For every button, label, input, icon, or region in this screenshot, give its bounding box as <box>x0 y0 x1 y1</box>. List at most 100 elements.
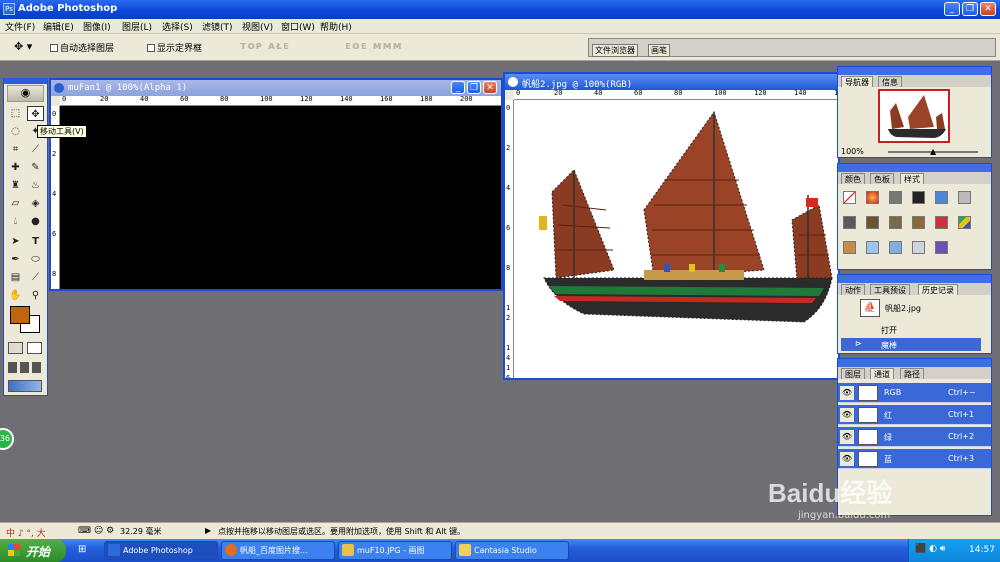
tab-history[interactable]: 历史记录 <box>918 284 958 295</box>
menu-help[interactable]: 帮助(H) <box>320 20 352 33</box>
menu-image[interactable]: 图像(I) <box>83 20 111 33</box>
menu-edit[interactable]: 编辑(E) <box>43 20 74 33</box>
move-tool-preset-icon[interactable]: ✥ ▾ <box>14 40 32 53</box>
style-swatch[interactable] <box>935 191 948 204</box>
tab-layers[interactable]: 图层 <box>841 368 865 379</box>
clone-stamp-tool-icon[interactable]: ♜ <box>7 178 24 193</box>
alpha-channel-canvas[interactable] <box>60 106 501 289</box>
tab-styles[interactable]: 样式 <box>900 173 924 184</box>
menu-window[interactable]: 窗口(W) <box>281 20 315 33</box>
style-swatch[interactable] <box>912 216 925 229</box>
style-swatch[interactable] <box>958 191 971 204</box>
style-swatch[interactable] <box>912 241 925 254</box>
brush-tool-icon[interactable]: ✎ <box>27 160 44 175</box>
dodge-tool-icon[interactable]: ● <box>27 214 44 229</box>
quick-mask-mode-icon[interactable] <box>27 342 42 354</box>
eye-icon[interactable]: 👁︎ <box>840 430 854 444</box>
style-swatch[interactable] <box>889 241 902 254</box>
doc-maximize-button[interactable]: ❐ <box>467 81 481 94</box>
history-item-selected[interactable]: ⊳ 魔棒 <box>841 338 981 351</box>
palette-title-bar[interactable] <box>838 164 991 172</box>
lasso-tool-icon[interactable]: ◌ <box>7 124 24 139</box>
style-swatch[interactable] <box>935 216 948 229</box>
channel-row-green[interactable]: 👁︎ 绿 Ctrl+2 <box>838 427 991 447</box>
channel-row-rgb[interactable]: 👁︎ RGB Ctrl+~ <box>838 383 991 403</box>
show-bounds-checkbox[interactable]: 显示定界框 <box>147 41 202 54</box>
tab-color[interactable]: 颜色 <box>841 173 865 184</box>
marquee-tool-icon[interactable]: ⬚ <box>7 106 24 121</box>
task-photoshop[interactable]: Adobe Photoshop <box>104 541 218 560</box>
minimize-button[interactable]: _ <box>944 2 960 16</box>
history-item[interactable]: 打开 <box>841 323 981 336</box>
move-tool-icon[interactable]: ✥ <box>27 106 44 121</box>
style-swatch[interactable] <box>958 216 971 229</box>
palette-title-bar[interactable] <box>838 359 991 367</box>
tab-channels[interactable]: 通道 <box>870 368 894 379</box>
image-canvas[interactable] <box>514 100 838 378</box>
document-title-bar[interactable]: muFan1 @ 100%(Alpha 1) _ ❐ ✕ <box>51 80 501 96</box>
screen-mode-icon[interactable] <box>8 362 42 373</box>
style-swatch[interactable] <box>912 191 925 204</box>
maximize-button[interactable]: ❐ <box>962 2 978 16</box>
palette-title-bar[interactable] <box>838 67 991 75</box>
zoom-tool-icon[interactable]: ⚲ <box>27 288 44 303</box>
path-selection-tool-icon[interactable]: ➤ <box>7 234 24 249</box>
history-snapshot[interactable]: ⛵ 帆船2.jpg <box>841 297 989 321</box>
start-button[interactable]: 开始 <box>0 539 66 562</box>
style-swatch[interactable] <box>889 191 902 204</box>
healing-brush-tool-icon[interactable]: ✚ <box>7 160 24 175</box>
quick-launch-icons[interactable]: ⊞ <box>78 544 86 555</box>
task-folder[interactable]: Cantasia Studio <box>455 541 569 560</box>
channel-row-blue[interactable]: 👁︎ 蓝 Ctrl+3 <box>838 449 991 469</box>
notification-badge[interactable]: 36 <box>0 428 14 450</box>
navigator-zoom[interactable]: 100% <box>841 147 864 156</box>
style-swatch[interactable] <box>866 216 879 229</box>
channel-row-red[interactable]: 👁︎ 红 Ctrl+1 <box>838 405 991 425</box>
blur-tool-icon[interactable]: 💧︎ <box>7 214 24 229</box>
style-swatch[interactable] <box>866 241 879 254</box>
crop-tool-icon[interactable]: ⌗ <box>7 142 24 157</box>
tab-navigator[interactable]: 导航器 <box>841 76 873 87</box>
eyedropper-tool-icon[interactable]: ⟋ <box>27 270 44 285</box>
close-button[interactable]: ✕ <box>980 2 996 16</box>
style-swatch[interactable] <box>843 241 856 254</box>
align-buttons-icon[interactable]: ᴛᴏᴘ ᴀᴌᴇ <box>240 39 290 52</box>
task-browser[interactable]: 帆船_百度图片搜... <box>221 541 335 560</box>
document-title-bar[interactable]: 帆船2.jpg @ 100%(RGB) <box>505 74 838 90</box>
menu-filter[interactable]: 滤镜(T) <box>202 20 233 33</box>
doc-minimize-button[interactable]: _ <box>451 81 465 94</box>
menu-select[interactable]: 选择(S) <box>162 20 193 33</box>
standard-mode-icon[interactable] <box>8 342 23 354</box>
style-swatch[interactable] <box>843 191 856 204</box>
jump-to-imageready-icon[interactable] <box>8 380 42 392</box>
doc-close-button[interactable]: ✕ <box>483 81 497 94</box>
tab-paths[interactable]: 路径 <box>900 368 924 379</box>
auto-select-checkbox[interactable]: 自动选择图层 <box>50 41 114 54</box>
clock[interactable]: 14:57 <box>969 545 995 555</box>
menu-layer[interactable]: 图层(L) <box>122 20 152 33</box>
paint-bucket-tool-icon[interactable]: ◈ <box>27 196 44 211</box>
shape-tool-icon[interactable]: ⬭ <box>27 252 44 267</box>
palette-title-bar[interactable] <box>838 275 991 283</box>
tab-file-browser[interactable]: 文件浏览器 <box>592 44 638 57</box>
status-arrow-icon[interactable]: ▶ <box>205 526 211 535</box>
eye-icon[interactable]: 👁︎ <box>840 386 854 400</box>
eraser-tool-icon[interactable]: ▱ <box>7 196 24 211</box>
tab-swatches[interactable]: 色板 <box>870 173 894 184</box>
foreground-color-swatch[interactable] <box>10 306 30 324</box>
menu-file[interactable]: 文件(F) <box>5 20 35 33</box>
history-brush-tool-icon[interactable]: ♨ <box>27 178 44 193</box>
pen-tool-icon[interactable]: ✒ <box>7 252 24 267</box>
style-swatch[interactable] <box>866 191 879 204</box>
style-swatch[interactable] <box>843 216 856 229</box>
tab-info[interactable]: 信息 <box>878 76 902 87</box>
tab-brushes[interactable]: 画笔 <box>648 44 670 57</box>
type-tool-icon[interactable]: T <box>27 234 44 249</box>
notes-tool-icon[interactable]: ▤ <box>7 270 24 285</box>
document-window-mufan1[interactable]: muFan1 @ 100%(Alpha 1) _ ❐ ✕ 0 20 40 60 … <box>49 78 503 291</box>
style-swatch[interactable] <box>935 241 948 254</box>
task-paint[interactable]: muF10.JPG - 画图 <box>338 541 452 560</box>
eye-icon[interactable]: 👁︎ <box>840 452 854 466</box>
document-window-sailboat[interactable]: 帆船2.jpg @ 100%(RGB) 0 20 40 60 80 100 12… <box>503 72 840 380</box>
menu-view[interactable]: 视图(V) <box>242 20 273 33</box>
